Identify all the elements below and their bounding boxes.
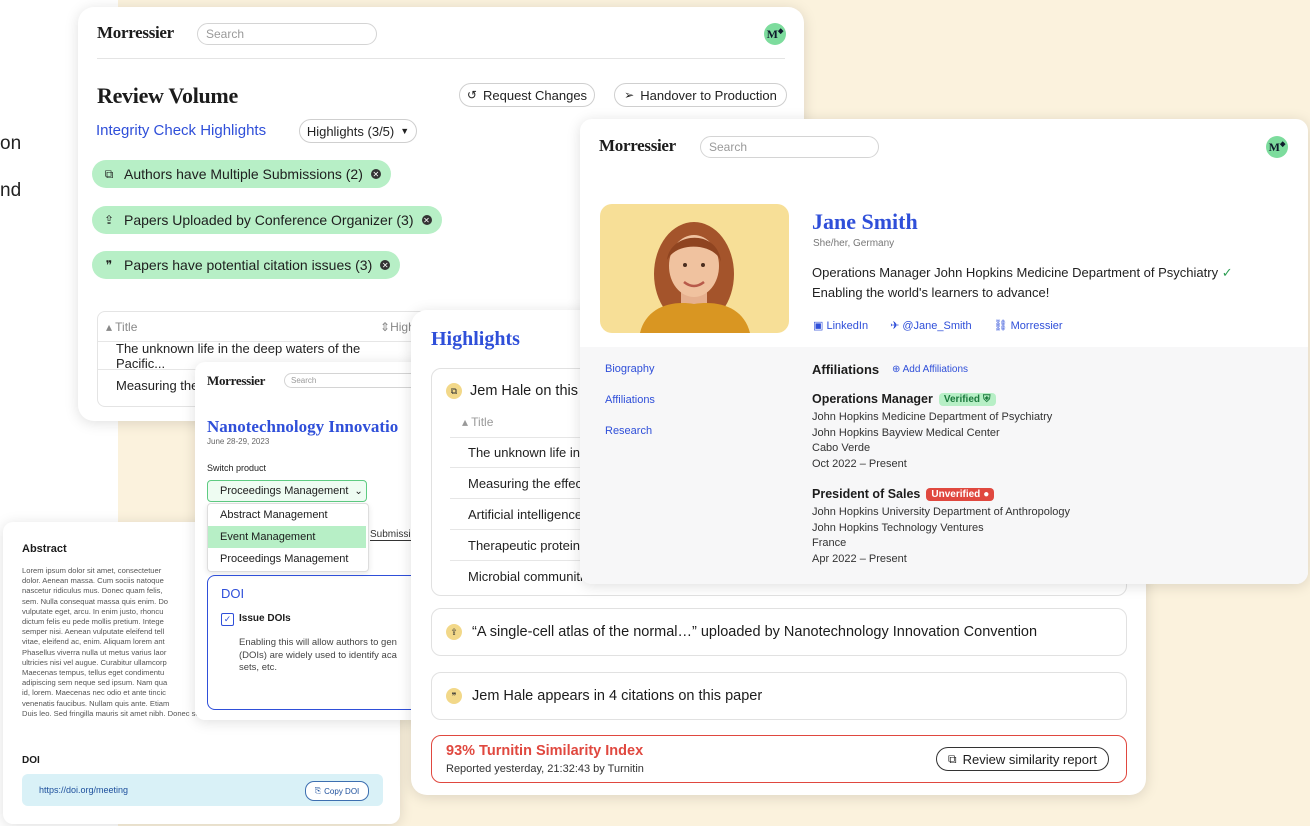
affiliation-title: President of Sales Unverified ●: [812, 487, 995, 502]
profile-lower-section: Biography Affiliations Research Affiliat…: [580, 347, 1308, 584]
product-menu: Abstract Management Event Management Pro…: [207, 503, 369, 572]
copy-icon: ⧉: [446, 383, 462, 399]
linkedin-link[interactable]: ▣ LinkedIn: [813, 319, 868, 332]
switch-product-label: Switch product: [207, 463, 267, 473]
doi-settings-panel: DOI ✓ Issue DOIs Enabling this will allo…: [207, 575, 437, 710]
upload-icon: ⇪: [446, 624, 462, 640]
brand-logo: Morressier: [97, 23, 174, 42]
request-changes-button[interactable]: ↺ Request Changes: [459, 83, 595, 107]
page-title: Review Volume: [97, 83, 238, 108]
close-icon[interactable]: ✕: [421, 215, 432, 225]
unverified-badge: Unverified ●: [926, 488, 995, 502]
profile-name: Jane Smith: [812, 209, 918, 234]
highlight-chip[interactable]: ⇪ Papers Uploaded by Conference Organizer…: [92, 206, 442, 234]
alert-icon: ●: [983, 489, 990, 501]
profile-tagline: Enabling the world's learners to advance…: [812, 285, 1050, 300]
review-similarity-report-button[interactable]: ⧉ Review similarity report: [936, 747, 1109, 771]
twitter-link[interactable]: ✈ @Jane_Smith: [890, 319, 972, 332]
affiliations-heading: Affiliations: [812, 362, 880, 377]
doi-heading: DOI: [22, 755, 40, 766]
doi-settings-heading: DOI: [221, 586, 245, 601]
table-header-title[interactable]: ▴ Title: [106, 320, 137, 334]
shield-icon: ⛨: [983, 394, 991, 406]
brand-logo: Morressier: [599, 136, 676, 155]
copy-icon: ⎘: [314, 786, 322, 795]
copy-icon: ⧉: [104, 166, 114, 181]
affiliation-details: John Hopkins University Department of An…: [812, 506, 1071, 565]
linkedin-icon: ▣: [813, 320, 824, 332]
citation-highlight[interactable]: ❞ Jem Hale appears in 4 citations on this…: [431, 672, 1127, 720]
upload-highlight[interactable]: ⇪ “A single-cell atlas of the normal…” up…: [431, 608, 1127, 656]
search-input[interactable]: Search: [284, 373, 424, 388]
doi-field: https://doi.org/meeting ⎘ Copy DOI: [22, 774, 383, 806]
highlights-dropdown[interactable]: Highlights (3/5) ▼: [299, 119, 417, 143]
handover-to-production-button[interactable]: ➢ Handover to Production: [614, 83, 787, 107]
chevron-down-icon: ⌄: [354, 485, 363, 497]
table-header-high[interactable]: ⇕High: [380, 320, 415, 334]
highlight-chip[interactable]: ⧉ Authors have Multiple Submissions (2) ✕: [92, 160, 391, 188]
close-icon[interactable]: ✕: [380, 260, 391, 270]
affiliation-title: Operations Manager Verified ⛨: [812, 392, 996, 407]
product-select[interactable]: Proceedings Management ⌄: [207, 480, 367, 502]
cropped-text: nd: [0, 180, 22, 201]
table-header-title[interactable]: ▴ Title: [462, 415, 493, 429]
doi-url[interactable]: https://doi.org/meeting: [39, 785, 128, 795]
menu-item-proceedings-management[interactable]: Proceedings Management: [208, 548, 366, 570]
integrity-check-link[interactable]: Integrity Check Highlights: [96, 122, 266, 139]
issue-dois-description: Enabling this will allow authors to gen(…: [239, 637, 397, 673]
add-affiliations-button[interactable]: ⊕ Add Affiliations: [892, 364, 968, 375]
plus-circle-icon: ⊕: [892, 364, 901, 375]
verified-badge: Verified ⛨: [938, 393, 996, 407]
event-title: Nanotechnology Innovatio: [207, 417, 399, 436]
profile-links: ▣ LinkedIn ✈ @Jane_Smith ⛓ Morressier: [813, 319, 1063, 332]
caret-down-icon: ▼: [400, 126, 410, 136]
nav-biography[interactable]: Biography: [605, 363, 655, 375]
user-avatar[interactable]: M ◆: [764, 23, 786, 45]
issue-dois-checkbox[interactable]: ✓: [221, 613, 234, 626]
user-avatar[interactable]: M ◆: [1266, 136, 1288, 158]
tab-submissions[interactable]: Submissi: [370, 529, 411, 541]
morressier-link[interactable]: ⛓ Morressier: [994, 319, 1063, 332]
turnitin-subtitle: Reported yesterday, 21:32:43 by Turnitin: [446, 763, 644, 775]
search-input[interactable]: Search: [700, 136, 879, 158]
menu-item-abstract-management[interactable]: Abstract Management: [208, 504, 366, 526]
search-input[interactable]: Search: [197, 23, 377, 45]
divider: [97, 58, 785, 59]
profile-photo: [600, 204, 789, 333]
send-icon: ➢: [624, 88, 635, 102]
menu-item-event-management[interactable]: Event Management: [208, 526, 366, 548]
nanotechnology-card: Morressier Search Nanotechnology Innovat…: [195, 362, 445, 720]
highlights-title: Highlights: [431, 328, 520, 350]
nav-affiliations[interactable]: Affiliations: [605, 394, 655, 406]
upload-icon: ⇪: [103, 213, 115, 227]
external-link-icon: ⧉: [948, 751, 957, 766]
profile-card: Morressier Search M ◆ Jane Smith She/her,…: [580, 119, 1308, 584]
quote-icon: ❞: [446, 688, 462, 704]
highlight-summary: ⧉ Jem Hale on this: [446, 383, 578, 399]
cropped-text: on: [0, 133, 22, 154]
event-date: June 28-29, 2023: [207, 437, 270, 446]
highlight-chip[interactable]: ❞ Papers have potential citation issues (…: [92, 251, 401, 279]
abstract-heading: Abstract: [22, 543, 67, 555]
quote-icon: ❞: [105, 258, 113, 272]
profile-role: Operations Manager John Hopkins Medicine…: [812, 265, 1233, 280]
close-icon[interactable]: ✕: [370, 169, 381, 179]
twitter-icon: ✈: [890, 320, 900, 332]
nav-research[interactable]: Research: [605, 425, 652, 437]
link-icon: ⛓: [993, 320, 1008, 332]
profile-pronouns: She/her, Germany: [813, 238, 895, 249]
undo-icon: ↺: [466, 88, 477, 102]
copy-doi-button[interactable]: ⎘ Copy DOI: [305, 781, 369, 801]
turnitin-alert: 93% Turnitin Similarity Index Reported y…: [431, 735, 1127, 783]
brand-logo: Morressier: [207, 373, 266, 388]
issue-dois-label: Issue DOIs: [239, 613, 291, 624]
turnitin-title: 93% Turnitin Similarity Index: [446, 743, 644, 759]
verified-check-icon: ✓: [1221, 265, 1233, 280]
affiliation-details: John Hopkins Medicine Department of Psyc…: [812, 411, 1053, 470]
